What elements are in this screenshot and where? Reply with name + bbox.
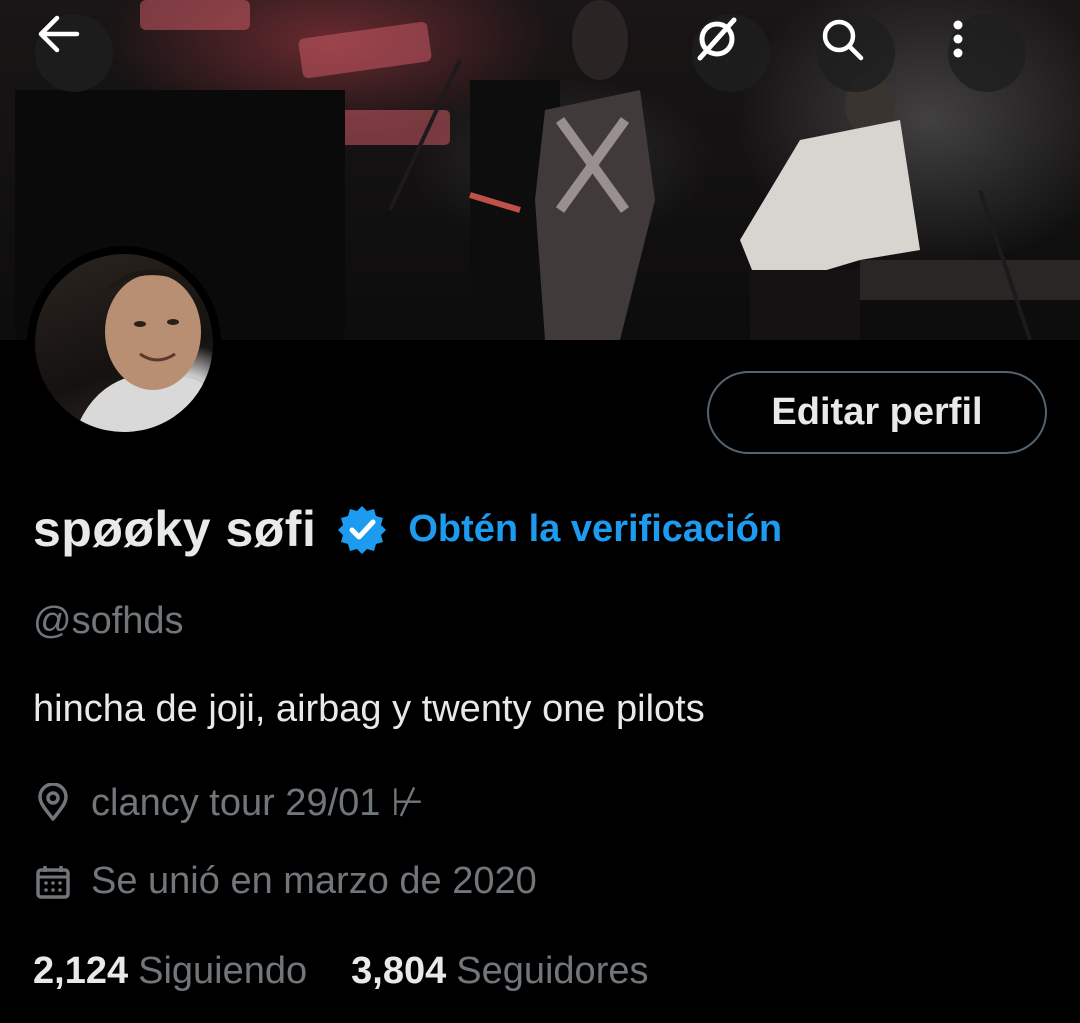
avatar[interactable] (27, 246, 221, 440)
more-options-button[interactable] (948, 14, 1026, 92)
get-verified-link[interactable]: Obtén la verificación (408, 508, 782, 551)
arrow-left-icon (38, 15, 80, 53)
following-label: Siguiendo (138, 950, 308, 992)
more-vertical-icon (953, 20, 963, 58)
following-link[interactable]: 2,124 Siguiendo (33, 950, 307, 993)
edit-profile-button[interactable]: Editar perfil (707, 371, 1047, 454)
back-button[interactable] (35, 14, 113, 92)
search-button[interactable] (817, 14, 895, 92)
followers-link[interactable]: 3,804 Seguidores (351, 950, 648, 993)
joined-text: Se unió en marzo de 2020 (91, 860, 537, 902)
search-icon (822, 19, 864, 61)
joined-row: Se unió en marzo de 2020 (33, 860, 537, 903)
following-count: 2,124 (33, 950, 129, 992)
location-row: clancy tour 29/01 ⊬ (33, 780, 424, 825)
profile-handle: @sofhds (33, 600, 184, 642)
followers-count: 3,804 (351, 950, 447, 992)
profile-bio: hincha de joji, airbag y twenty one pilo… (33, 688, 705, 730)
location-text: clancy tour 29/01 ⊬ (91, 782, 425, 824)
avatar-photo (35, 254, 213, 432)
display-name: spøøky søfi (33, 501, 317, 557)
follow-stats: 2,124 Siguiendo 3,804 Seguidores (33, 950, 648, 993)
grok-icon (697, 17, 737, 61)
verified-badge-icon[interactable] (336, 503, 388, 555)
grok-button[interactable] (692, 14, 770, 92)
location-pin-icon (33, 782, 73, 823)
calendar-icon (33, 862, 73, 902)
followers-label: Seguidores (456, 950, 649, 992)
name-row: spøøky søfi Obtén la verificación (33, 496, 782, 562)
